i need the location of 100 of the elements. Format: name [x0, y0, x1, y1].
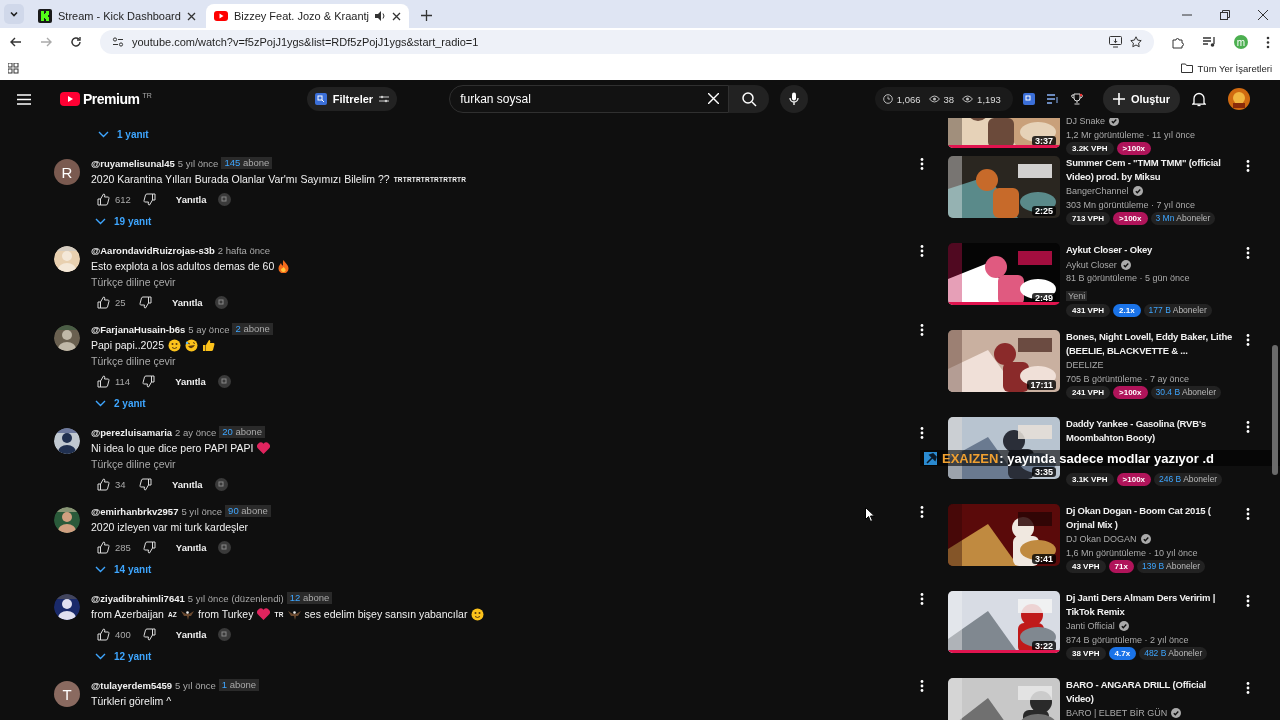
like-icon[interactable]: [97, 192, 110, 206]
comment-author[interactable]: @AarondavidRuizrojas-s3b: [91, 244, 215, 256]
comment-author[interactable]: @FarjanaHusain-b6s: [91, 323, 186, 335]
star-icon[interactable]: [1130, 36, 1142, 48]
tab-search-button[interactable]: [4, 4, 24, 24]
translate-link[interactable]: Türkçe diline çevir: [91, 353, 176, 369]
menu-icon[interactable]: [17, 93, 31, 105]
video-title[interactable]: Aykut Closer - Okey: [1066, 243, 1236, 257]
video-title[interactable]: Daddy Yankee - Gasolina (RVB's Moombahton Booty): [1066, 417, 1236, 444]
new-tab-icon[interactable]: [421, 10, 432, 21]
scrollbar[interactable]: [1272, 345, 1278, 475]
dislike-icon[interactable]: [142, 627, 156, 641]
comment-author[interactable]: @emirhanbrkv2957: [91, 505, 179, 517]
reload-icon[interactable]: [70, 36, 82, 48]
reply-button[interactable]: Yanıtla: [160, 475, 215, 493]
close-icon[interactable]: [392, 11, 401, 21]
notifications-icon[interactable]: [1192, 91, 1206, 107]
address-bar[interactable]: youtube.com/watch?v=f5zPojJ1ygs&list=RDf5zPojJ1ygs&start_radio=1: [100, 30, 1154, 54]
comment-time[interactable]: 2 ay önce: [175, 426, 217, 438]
dislike-icon[interactable]: [142, 192, 156, 206]
more-icon[interactable]: [1246, 595, 1250, 607]
video-title[interactable]: Bones, Night Lovell, Eddy Baker, Lithe (BEELIE, BLACKVETTE & ...: [1066, 330, 1236, 357]
translate-link[interactable]: Türkçe diline çevir: [91, 274, 176, 290]
comment-time[interactable]: 5 yıl önce: [181, 505, 223, 517]
filters-button[interactable]: Filtreler: [306, 87, 398, 111]
channel-name[interactable]: BARO | ELBET BİR GÜN: [1066, 708, 1168, 718]
close-icon[interactable]: [186, 11, 196, 21]
dislike-icon[interactable]: [142, 374, 156, 388]
channel-name[interactable]: DJ Snake: [1066, 118, 1106, 126]
site-info-icon[interactable]: [112, 36, 124, 48]
channel-name[interactable]: DEELIZE: [1066, 360, 1104, 370]
puzzle-icon[interactable]: [1172, 35, 1185, 49]
more-icon[interactable]: [1246, 334, 1250, 346]
comment-author[interactable]: @perezluisamaria: [91, 426, 173, 438]
more-icon[interactable]: [920, 245, 924, 257]
comment-time[interactable]: 5 ay önce: [188, 323, 230, 335]
video-title[interactable]: Dj Janti Ders Almam Ders Veririm | TikTok Remix: [1066, 591, 1236, 618]
reply-button[interactable]: Yanıtla: [163, 190, 219, 208]
comment-author[interactable]: @ruyamelisunal45: [91, 157, 175, 169]
like-icon[interactable]: [97, 374, 110, 388]
reply-button[interactable]: Yanıtla: [163, 538, 219, 556]
dislike-icon[interactable]: [142, 540, 156, 554]
more-icon[interactable]: [1246, 421, 1250, 433]
comment-time[interactable]: 2 hafta önce: [217, 244, 271, 256]
like-icon[interactable]: [97, 540, 110, 554]
more-icon[interactable]: [920, 506, 924, 518]
channel-name[interactable]: Janti Official: [1066, 621, 1115, 631]
channel-name[interactable]: DJ Okan DOGAN: [1066, 534, 1137, 544]
more-icon[interactable]: [920, 427, 924, 439]
back-icon[interactable]: [10, 36, 22, 48]
replies-toggle[interactable]: 2 yanıt: [91, 395, 150, 411]
more-icon[interactable]: [920, 680, 924, 692]
media-control-icon[interactable]: [1203, 36, 1216, 48]
create-button[interactable]: Oluştur: [1102, 85, 1180, 113]
youtube-logo-icon[interactable]: [60, 92, 80, 106]
more-icon[interactable]: [920, 158, 924, 170]
voice-search-button[interactable]: [780, 85, 809, 113]
video-title[interactable]: Summer Cem - "TMM TMM" (official Video) prod. by Miksu: [1066, 156, 1236, 183]
comment-time[interactable]: 5 yıl önce: [177, 157, 219, 169]
replies-toggle[interactable]: 1 yanıt: [94, 126, 153, 142]
like-icon[interactable]: [97, 627, 110, 641]
comment-time[interactable]: 5 yıl önce: [175, 679, 216, 691]
dislike-icon[interactable]: [139, 477, 152, 491]
more-icon[interactable]: [1246, 247, 1250, 259]
trophy-icon[interactable]: [1070, 93, 1083, 105]
replies-toggle[interactable]: 12 yanıt: [91, 648, 156, 664]
more-icon[interactable]: [1246, 682, 1250, 694]
more-icon[interactable]: [1246, 160, 1250, 172]
dislike-icon[interactable]: [139, 295, 152, 309]
avatar[interactable]: T: [54, 681, 80, 707]
reply-button[interactable]: Yanıtla: [160, 293, 215, 311]
more-icon[interactable]: [920, 324, 924, 336]
like-icon[interactable]: [97, 295, 110, 309]
logo-text[interactable]: Premium: [83, 91, 140, 107]
avatar[interactable]: R: [54, 159, 80, 185]
reply-button[interactable]: Yanıtla: [163, 625, 219, 643]
video-title[interactable]: Dj Okan Dogan - Boom Cat 2015 ( Orjınal Mix ): [1066, 504, 1236, 531]
comment-time[interactable]: 5 yıl önce: [187, 592, 229, 604]
clear-icon[interactable]: [708, 93, 720, 104]
comment-author[interactable]: @ziyadibrahimli7641: [91, 592, 185, 604]
video-title[interactable]: BARO - ANGARA DRILL (Official Video): [1066, 678, 1236, 705]
browser-tab[interactable]: Bizzey Feat. Jozo & Kraantj: [205, 4, 409, 28]
more-icon[interactable]: [1246, 508, 1250, 520]
like-icon[interactable]: [97, 477, 110, 491]
search-button[interactable]: [729, 85, 770, 113]
extension-icon[interactable]: [1022, 93, 1035, 105]
comment-author[interactable]: @tulayerdem5459: [91, 679, 173, 691]
restore-icon[interactable]: [1220, 10, 1230, 20]
reply-button[interactable]: Yanıtla: [163, 372, 218, 390]
menu-icon[interactable]: [1266, 35, 1270, 49]
replies-toggle[interactable]: 19 yanıt: [91, 213, 156, 229]
search-field[interactable]: furkan soysal: [449, 85, 730, 113]
channel-name[interactable]: Aykut Closer: [1066, 259, 1117, 270]
list-icon[interactable]: [1046, 94, 1059, 104]
browser-tab[interactable]: Stream - Kick Dashboard: [30, 4, 204, 28]
apps-grid-icon[interactable]: [8, 62, 19, 74]
close-icon[interactable]: [1258, 10, 1268, 20]
install-icon[interactable]: [1109, 36, 1122, 48]
replies-toggle[interactable]: 14 yanıt: [91, 561, 156, 577]
translate-link[interactable]: Türkçe diline çevir: [91, 456, 176, 472]
